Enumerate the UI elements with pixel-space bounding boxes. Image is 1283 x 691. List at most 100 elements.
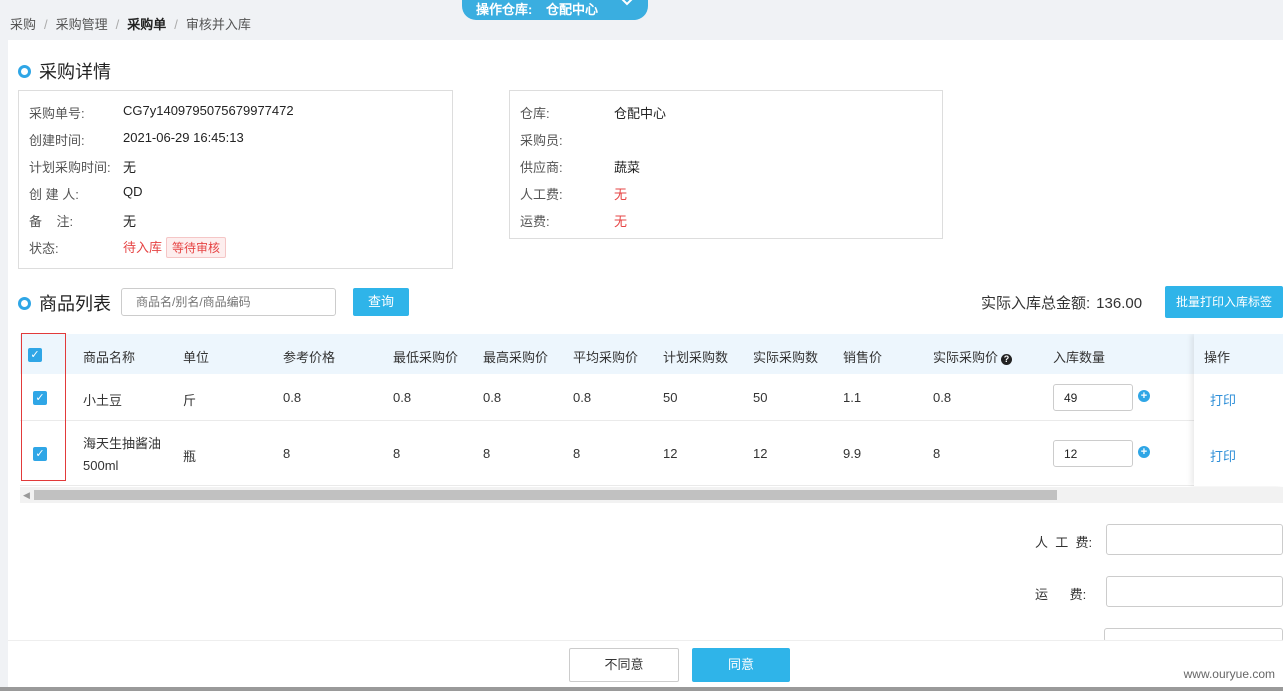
detail-value: 无 — [123, 160, 137, 175]
breadcrumb-item[interactable]: 采购 — [10, 17, 36, 32]
detail-key: 运费: — [520, 214, 550, 229]
column-header: 实际采购数 — [753, 350, 819, 365]
labor-fee-input[interactable] — [1106, 524, 1283, 555]
breadcrumb-separator: / — [44, 17, 48, 32]
avg-price: 0.8 — [573, 390, 592, 405]
detail-row: 供应商: 蔬菜 — [520, 157, 640, 176]
actual-price: 8 — [933, 446, 941, 461]
detail-row: 备 注: 无 — [29, 211, 136, 230]
goods-unit: 斤 — [183, 393, 197, 408]
bottom-bar — [0, 687, 1283, 691]
detail-key: 采购单号: — [29, 106, 85, 121]
goods-unit: 瓶 — [183, 449, 197, 464]
ref-price: 8 — [283, 446, 291, 461]
column-header: 商品名称 — [83, 350, 136, 365]
search-input[interactable] — [121, 288, 336, 316]
status-badge: 等待审核 — [166, 237, 227, 258]
detail-value: 仓配中心 — [614, 106, 667, 121]
detail-row: 运费: 无 — [520, 211, 627, 230]
detail-right-box: 仓库: 仓配中心 采购员: 供应商: 蔬菜 人工费: 无 运费: 无 — [509, 90, 943, 239]
agree-button[interactable]: 同意 — [692, 648, 790, 682]
detail-key: 供应商: — [520, 160, 563, 175]
goods-name: 小土豆 — [83, 393, 123, 408]
detail-section-title: 采购详情 — [18, 58, 111, 84]
column-header: 销售价 — [843, 350, 883, 365]
detail-value: 2021-06-29 16:45:13 — [123, 130, 244, 145]
detail-row: 仓库: 仓配中心 — [520, 103, 666, 122]
total-value: 136.00 — [1096, 295, 1143, 312]
plus-icon[interactable]: + — [1138, 390, 1150, 402]
detail-row: 采购员: — [520, 130, 563, 149]
plan-qty: 12 — [663, 446, 678, 461]
column-header: 最低采购价 — [393, 350, 459, 365]
operation-column: 操作 打印 打印 — [1194, 334, 1283, 486]
chevron-down-icon — [620, 0, 634, 10]
actual-qty: 50 — [753, 390, 768, 405]
column-header: 单位 — [183, 350, 210, 365]
detail-key: 创 建 人: — [29, 187, 79, 202]
inbound-qty-input[interactable]: 12 — [1053, 440, 1133, 467]
table-row: ✓ 小土豆 斤 0.8 0.8 0.8 0.8 50 50 1.1 0.8 49… — [20, 374, 1283, 421]
warehouse-selector[interactable]: 操作仓库: 仓配中心 — [462, 0, 648, 20]
print-link[interactable]: 打印 — [1210, 390, 1236, 409]
breadcrumb-separator: / — [174, 17, 178, 32]
operation-body-bg — [1194, 374, 1283, 486]
disagree-button[interactable]: 不同意 — [569, 648, 679, 682]
goods-name-spec: 500ml — [83, 458, 119, 473]
table-header: ✓ 商品名称 单位 参考价格 最低采购价 最高采购价 平均采购价 计划采购数 实… — [20, 334, 1283, 374]
goods-section-title: 商品列表 — [18, 290, 111, 316]
section-ring-icon — [18, 296, 31, 310]
column-header: 参考价格 — [283, 350, 336, 365]
detail-row: 采购单号: CG7y1409795075679977472 — [29, 103, 294, 122]
warehouse-label: 操作仓库: — [476, 2, 533, 17]
scrollbar-thumb[interactable] — [34, 490, 1057, 500]
inbound-qty-input[interactable]: 49 — [1053, 384, 1133, 411]
goods-name: 海天生抽酱油 — [83, 436, 162, 451]
freight-fee-input[interactable] — [1106, 576, 1283, 607]
column-header: 平均采购价 — [573, 350, 639, 365]
detail-key: 采购员: — [520, 133, 563, 148]
print-link[interactable]: 打印 — [1210, 446, 1236, 465]
plus-icon[interactable]: + — [1138, 446, 1150, 458]
max-price: 0.8 — [483, 390, 502, 405]
warehouse-value: 仓配中心 — [545, 2, 598, 17]
scroll-left-icon[interactable]: ◀ — [23, 490, 30, 501]
ref-price: 0.8 — [283, 390, 302, 405]
goods-title-text: 商品列表 — [39, 294, 111, 314]
breadcrumb-separator: / — [115, 17, 120, 32]
total-label: 实际入库总金额: — [981, 295, 1091, 312]
avg-price: 8 — [573, 446, 581, 461]
actual-qty: 12 — [753, 446, 768, 461]
detail-row: 创 建 人: QD — [29, 184, 143, 203]
detail-key: 人工费: — [520, 187, 563, 202]
detail-title-text: 采购详情 — [39, 62, 111, 82]
freight-fee-label: 运 费: — [1035, 587, 1087, 602]
status-wrap: 待入库 等待审核 — [123, 237, 227, 258]
table-row: ✓ 海天生抽酱油 500ml 瓶 8 8 8 8 12 12 9.9 8 12 … — [20, 421, 1283, 486]
column-header-text: 实际采购价 — [933, 350, 999, 365]
help-icon[interactable]: ? — [1001, 354, 1013, 365]
checkbox-highlight-outline — [21, 333, 66, 481]
watermark-text: www.ouryue.com — [1183, 667, 1275, 681]
detail-value: QD — [123, 184, 143, 199]
column-header-with-help: 实际采购价? — [933, 347, 1013, 366]
detail-value: 无 — [123, 214, 137, 229]
operation-header-bg: 操作 — [1194, 334, 1283, 374]
detail-key: 状态: — [29, 241, 59, 256]
min-price: 8 — [393, 446, 401, 461]
detail-row: 状态: 待入库 等待审核 — [29, 237, 227, 258]
detail-key: 备 注: — [29, 214, 74, 229]
column-header: 入库数量 — [1053, 350, 1106, 365]
labor-fee-label: 人 工 费: — [1035, 535, 1093, 550]
sale-price: 1.1 — [843, 390, 862, 405]
table-horizontal-scrollbar[interactable]: ◀ — [20, 487, 1283, 503]
breadcrumb-item[interactable]: 采购管理 — [56, 17, 108, 32]
column-header: 计划采购数 — [663, 350, 729, 365]
search-button[interactable]: 查询 — [353, 288, 409, 316]
breadcrumb-item[interactable]: 采购单 — [127, 17, 166, 32]
status-text: 待入库 — [123, 240, 163, 255]
column-header: 最高采购价 — [483, 350, 549, 365]
detail-key: 计划采购时间: — [29, 160, 111, 175]
detail-row: 创建时间: 2021-06-29 16:45:13 — [29, 130, 244, 149]
batch-print-button[interactable]: 批量打印入库标签 — [1165, 286, 1283, 318]
